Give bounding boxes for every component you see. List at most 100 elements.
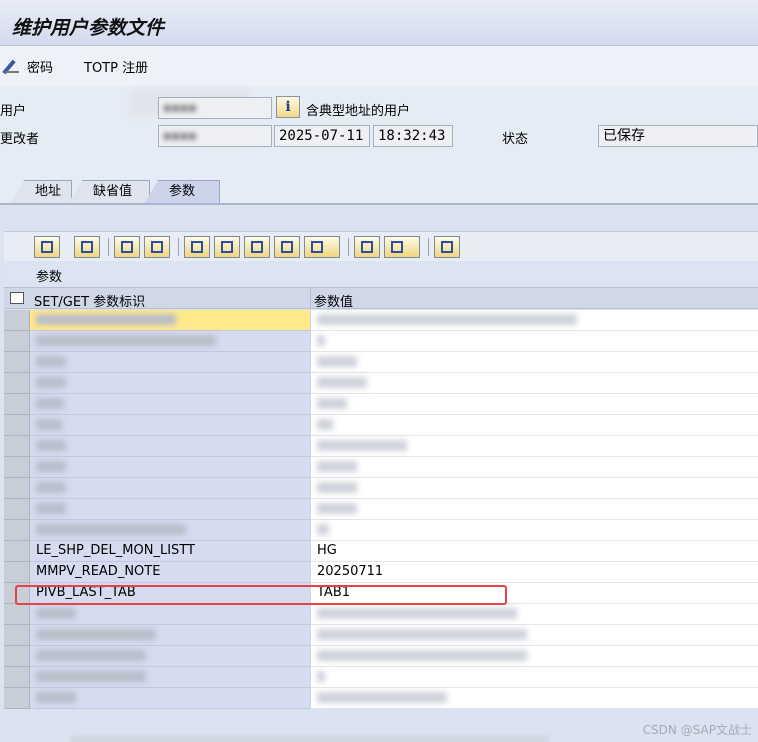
table-row[interactable] xyxy=(4,394,758,415)
param-value-cell[interactable] xyxy=(310,520,758,541)
row-selector[interactable] xyxy=(4,604,30,625)
param-value-cell[interactable] xyxy=(310,331,758,352)
param-value-cell[interactable] xyxy=(310,436,758,457)
refresh-icon[interactable] xyxy=(74,236,100,258)
param-id-cell[interactable] xyxy=(30,667,310,688)
table-row[interactable] xyxy=(4,436,758,457)
row-selector[interactable] xyxy=(4,310,30,331)
param-id-cell[interactable] xyxy=(30,394,310,415)
redaction xyxy=(317,692,447,703)
param-id-cell[interactable] xyxy=(30,457,310,478)
print-icon[interactable] xyxy=(354,236,380,258)
param-id-cell[interactable] xyxy=(30,646,310,667)
table-row[interactable] xyxy=(4,310,758,331)
table-row[interactable]: LE_SHP_DEL_MON_LISTT HG xyxy=(4,541,758,562)
user-field[interactable]: ▪▪▪▪ xyxy=(158,97,272,119)
paste-icon[interactable] xyxy=(144,236,170,258)
user-header-form: 用户 ▪▪▪▪ i 含典型地址的用户 更改者 ▪▪▪▪ 2025-07-11 1… xyxy=(0,86,758,174)
param-id-cell[interactable] xyxy=(30,520,310,541)
row-selector[interactable] xyxy=(4,457,30,478)
table-row[interactable] xyxy=(4,604,758,625)
param-id-cell[interactable] xyxy=(30,373,310,394)
totp-register-button[interactable]: TOTP 注册 xyxy=(84,56,148,76)
row-selector[interactable] xyxy=(4,541,30,562)
row-selector[interactable] xyxy=(4,478,30,499)
param-value-cell[interactable]: HG xyxy=(310,541,758,562)
param-id-cell[interactable] xyxy=(30,688,310,709)
row-selector[interactable] xyxy=(4,394,30,415)
column-header-param-id[interactable]: SET/GET 参数标识 xyxy=(34,291,145,310)
redaction xyxy=(317,503,357,514)
password-button[interactable]: 密码 xyxy=(4,56,53,76)
row-selector[interactable] xyxy=(4,373,30,394)
copy-icon[interactable] xyxy=(114,236,140,258)
param-id-cell[interactable] xyxy=(30,352,310,373)
param-value-cell[interactable] xyxy=(310,415,758,436)
layout-icon[interactable] xyxy=(384,236,420,258)
param-value-cell[interactable] xyxy=(310,478,758,499)
param-id-cell[interactable] xyxy=(30,415,310,436)
row-selector[interactable] xyxy=(4,499,30,520)
table-row[interactable] xyxy=(4,373,758,394)
delete-row-icon[interactable] xyxy=(434,236,460,258)
info-icon[interactable]: i xyxy=(276,96,300,118)
column-header-param-value[interactable]: 参数值 xyxy=(314,291,353,310)
separator xyxy=(428,238,429,256)
param-id-cell[interactable] xyxy=(30,604,310,625)
table-row[interactable] xyxy=(4,520,758,541)
filter-icon[interactable] xyxy=(304,236,340,258)
param-id-cell[interactable] xyxy=(30,625,310,646)
row-selector[interactable] xyxy=(4,331,30,352)
table-row[interactable] xyxy=(4,457,758,478)
table-row[interactable] xyxy=(4,667,758,688)
sort-ascending-icon[interactable] xyxy=(184,236,210,258)
row-selector[interactable] xyxy=(4,352,30,373)
param-value-cell[interactable] xyxy=(310,310,758,331)
tab-address[interactable]: 地址 xyxy=(10,180,72,204)
param-value-cell[interactable] xyxy=(310,604,758,625)
param-value-cell[interactable] xyxy=(310,646,758,667)
row-selector[interactable] xyxy=(4,688,30,709)
sort-descending-icon[interactable] xyxy=(214,236,240,258)
row-selector[interactable] xyxy=(4,436,30,457)
find-icon[interactable] xyxy=(244,236,270,258)
table-row[interactable]: MMPV_READ_NOTE 20250711 xyxy=(4,562,758,583)
table-row[interactable] xyxy=(4,415,758,436)
param-value-cell[interactable] xyxy=(310,625,758,646)
table-row[interactable] xyxy=(4,625,758,646)
param-id-cell[interactable]: MMPV_READ_NOTE xyxy=(30,562,310,583)
changed-by-label: 更改者 xyxy=(0,132,40,147)
row-selector[interactable] xyxy=(4,415,30,436)
table-row[interactable] xyxy=(4,478,758,499)
table-row[interactable] xyxy=(4,331,758,352)
row-selector[interactable] xyxy=(4,646,30,667)
table-row[interactable] xyxy=(4,688,758,709)
row-selector[interactable] xyxy=(4,520,30,541)
row-selector[interactable] xyxy=(4,667,30,688)
tab-parameters[interactable]: 参数 xyxy=(144,180,220,204)
table-row[interactable] xyxy=(4,646,758,667)
param-value-cell[interactable] xyxy=(310,457,758,478)
details-icon[interactable] xyxy=(34,236,60,258)
select-all-icon[interactable] xyxy=(10,292,24,304)
param-value-cell[interactable] xyxy=(310,688,758,709)
table-row[interactable] xyxy=(4,352,758,373)
param-id-cell[interactable] xyxy=(30,499,310,520)
param-value-cell[interactable]: 20250711 xyxy=(310,562,758,583)
param-id-cell[interactable]: LE_SHP_DEL_MON_LISTT xyxy=(30,541,310,562)
param-value-cell[interactable] xyxy=(310,667,758,688)
param-value-cell[interactable] xyxy=(310,373,758,394)
row-selector[interactable] xyxy=(4,562,30,583)
param-id-cell[interactable] xyxy=(30,310,310,331)
separator xyxy=(348,238,349,256)
find-next-icon[interactable] xyxy=(274,236,300,258)
param-id-cell[interactable] xyxy=(30,478,310,499)
param-id-cell[interactable] xyxy=(30,436,310,457)
row-selector[interactable] xyxy=(4,625,30,646)
table-row[interactable] xyxy=(4,499,758,520)
param-value-cell[interactable] xyxy=(310,394,758,415)
param-value-cell[interactable] xyxy=(310,352,758,373)
param-id-cell[interactable] xyxy=(30,331,310,352)
param-value-cell[interactable] xyxy=(310,499,758,520)
tab-defaults[interactable]: 缺省值 xyxy=(68,180,150,204)
